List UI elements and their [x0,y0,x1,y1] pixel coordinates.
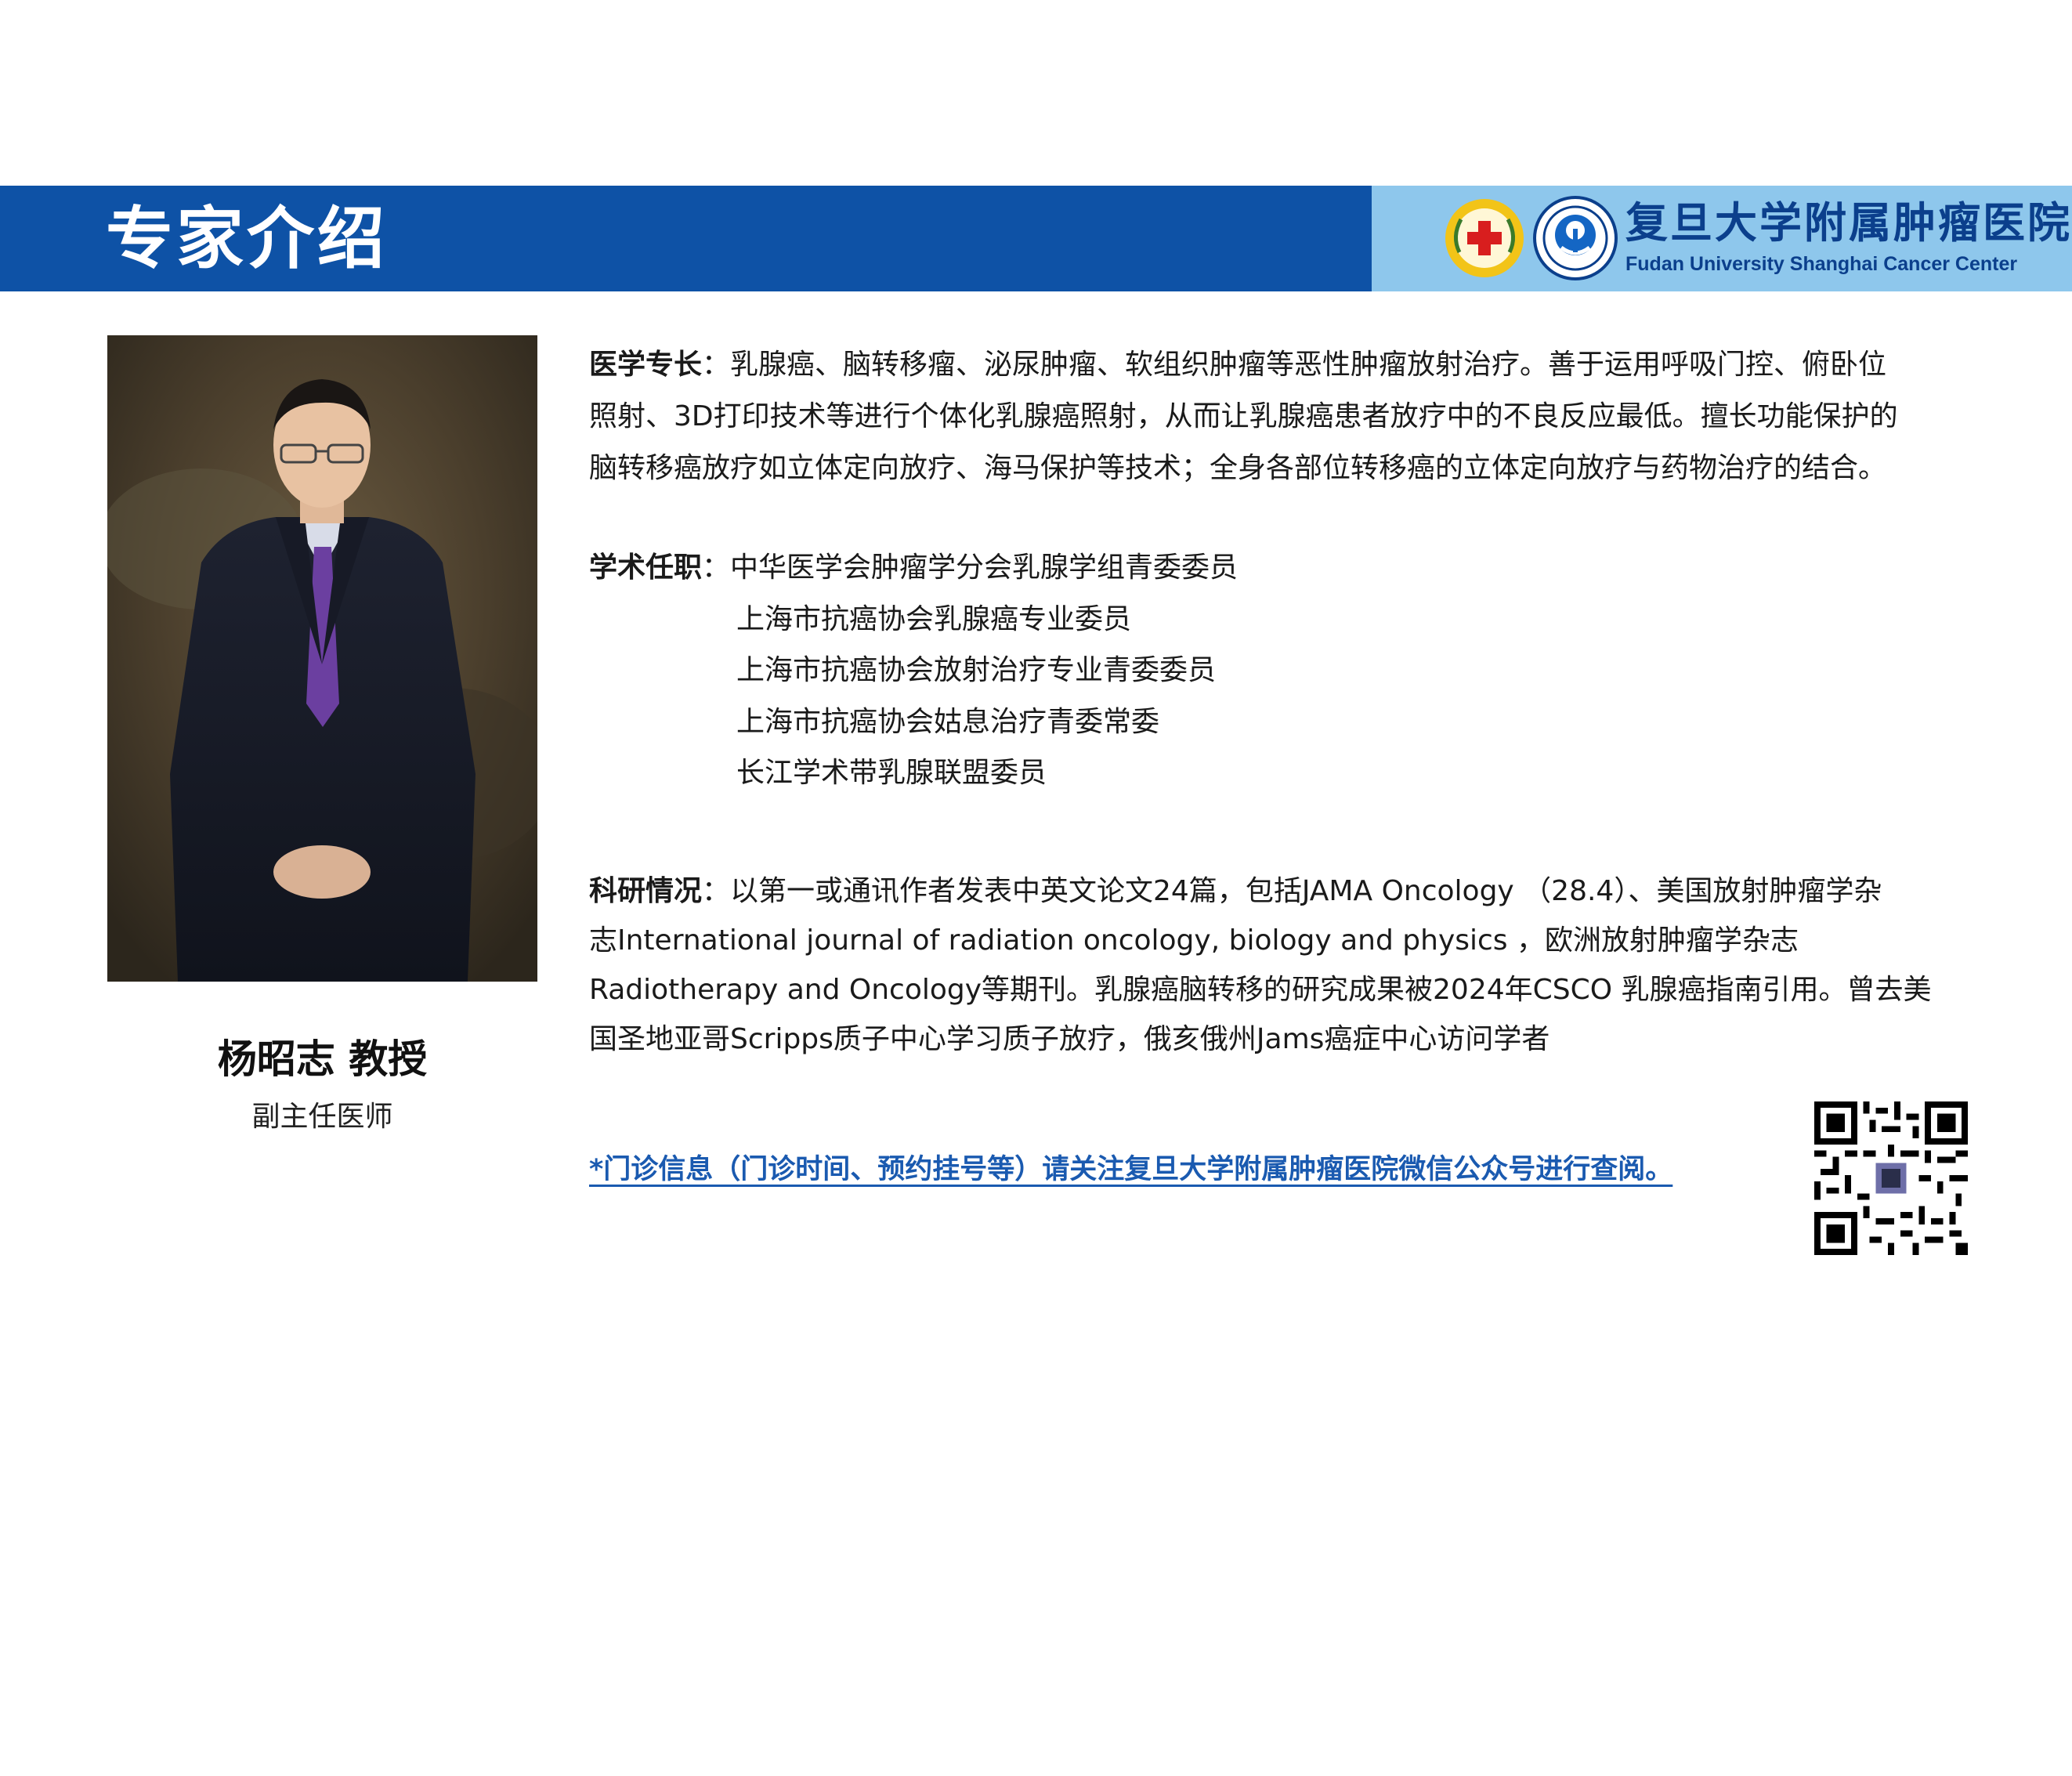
academic-colon: ： [702,552,731,584]
specialty-line-3: 脑转移癌放疗如立体定向放疗、海马保护等技术；全身各部位转移癌的立体定向放疗与药物… [589,452,1887,484]
page-title: 专家介绍 [106,200,388,278]
academic-role: 中华医学会肿瘤学分会乳腺学组青委委员 [730,552,1238,584]
research-section: 科研情况：以第一或通讯作者发表中英文论文24篇，包括JAMA Oncology … [589,866,1968,1064]
academic-label: 学术任职 [589,552,703,584]
academic-role: 上海市抗癌协会放射治疗专业青委委员 [736,654,1217,686]
specialty-line-2: 照射、3D打印技术等进行个体化乳腺癌照射，从而让乳腺癌患者放疗中的不良反应最低。… [589,400,1898,432]
research-line-4: 国圣地亚哥Scripps质子中心学习质子放疗，俄亥俄州Jams癌症中心访问学者 [589,1023,1550,1055]
hospital-name-cn: 复旦大学附属肿瘤医院 [1625,197,2072,248]
doctor-position: 副主任医师 [251,1101,393,1133]
academic-section: 学术任职：中华医学会肿瘤学分会乳腺学组青委委员 上海市抗癌协会乳腺癌专业委员 上… [589,542,1238,799]
academic-row-1: 学术任职：中华医学会肿瘤学分会乳腺学组青委委员 [589,542,1238,594]
wechat-qr-code-icon[interactable] [1814,1101,1968,1255]
red-cross-emblem-icon [1445,199,1524,277]
research-line-1: 科研情况：以第一或通讯作者发表中英文论文24篇，包括JAMA Oncology … [589,866,1968,916]
academic-row: 长江学术带乳腺联盟委员 [589,747,1238,799]
research-line-2: 志International journal of radiation onco… [589,924,1799,957]
academic-role: 上海市抗癌协会姑息治疗青委常委 [736,705,1160,738]
hospital-name-en: Fudan University Shanghai Cancer Center [1625,253,2018,275]
academic-row: 上海市抗癌协会乳腺癌专业委员 [589,594,1238,646]
academic-row: 上海市抗癌协会放射治疗专业青委委员 [589,645,1238,696]
specialty-label: 医学专长 [589,349,703,381]
clinic-info-link[interactable]: *门诊信息（门诊时间、预约挂号等）请关注复旦大学附属肿瘤医院微信公众号进行查阅。 [589,1146,1680,1193]
research-line-3: Radiotherapy and Oncology等期刊。乳腺癌脑转移的研究成果… [589,974,1932,1006]
research-label: 科研情况 [589,875,703,907]
doctor-portrait [107,335,537,982]
research-text: ：以第一或通讯作者发表中英文论文24篇，包括JAMA Oncology （28.… [702,875,1882,907]
specialty-line-1: 医学专长：乳腺癌、脑转移瘤、泌尿肿瘤、软组织肿瘤等恶性肿瘤放射治疗。善于运用呼吸… [589,339,1968,391]
specialty-text: ：乳腺癌、脑转移瘤、泌尿肿瘤、软组织肿瘤等恶性肿瘤放射治疗。善于运用呼吸门控、俯… [702,349,1887,381]
academic-row: 上海市抗癌协会姑息治疗青委常委 [589,696,1238,748]
hospital-emblem-icon [1533,196,1618,280]
doctor-name: 杨昭志 教授 [217,1036,428,1082]
academic-role: 长江学术带乳腺联盟委员 [736,757,1047,789]
academic-role: 上海市抗癌协会乳腺癌专业委员 [736,602,1132,635]
specialty-section: 医学专长：乳腺癌、脑转移瘤、泌尿肿瘤、软组织肿瘤等恶性肿瘤放射治疗。善于运用呼吸… [589,339,1968,494]
